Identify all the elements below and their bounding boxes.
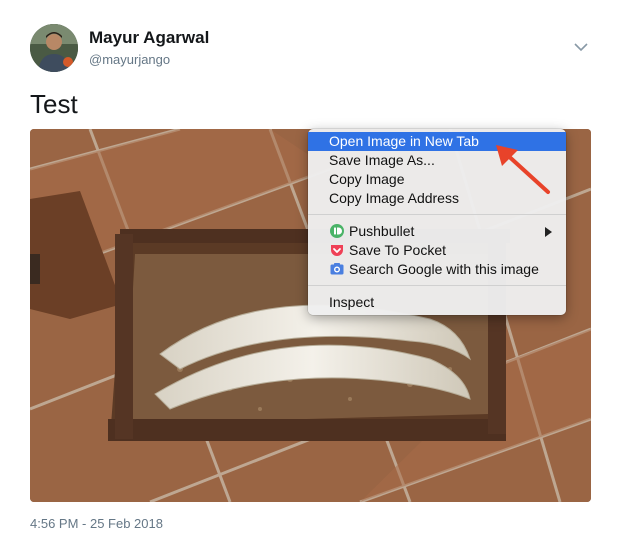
pushbullet-icon [330,224,344,238]
menu-item-label: Copy Image [329,171,405,187]
menu-item-label: Copy Image Address [329,190,459,206]
menu-item-copy-image-address[interactable]: Copy Image Address [308,189,566,208]
menu-item-copy-image[interactable]: Copy Image [308,170,566,189]
menu-item-save-image-as[interactable]: Save Image As... [308,151,566,170]
google-camera-icon [330,262,344,276]
menu-item-label: Inspect [329,294,375,310]
menu-item-label: Save To Pocket [349,242,447,258]
tweet-text: Test [30,89,78,119]
menu-item-open-image-new-tab[interactable]: Open Image in New Tab [308,132,566,151]
menu-item-pushbullet[interactable]: Pushbullet [308,222,566,241]
menu-item-label: Open Image in New Tab [329,133,479,149]
menu-separator [308,285,566,286]
menu-separator [308,214,566,215]
menu-item-search-google-image[interactable]: Search Google with this image [308,260,566,279]
pocket-icon [330,243,344,257]
author-handle[interactable]: @mayurjango [89,52,170,67]
submenu-arrow-icon [545,227,552,237]
tweet-timestamp[interactable]: 4:56 PM - 25 Feb 2018 [30,516,163,531]
menu-item-label: Search Google with this image [349,261,539,277]
author-name[interactable]: Mayur Agarwal [89,28,209,48]
context-menu: Open Image in New Tab Save Image As... C… [308,129,566,315]
avatar[interactable] [30,24,78,72]
menu-item-label: Save Image As... [329,152,435,168]
menu-item-label: Pushbullet [349,223,415,239]
chevron-down-icon[interactable] [572,40,590,54]
menu-item-inspect[interactable]: Inspect [308,293,566,312]
menu-item-save-to-pocket[interactable]: Save To Pocket [308,241,566,260]
